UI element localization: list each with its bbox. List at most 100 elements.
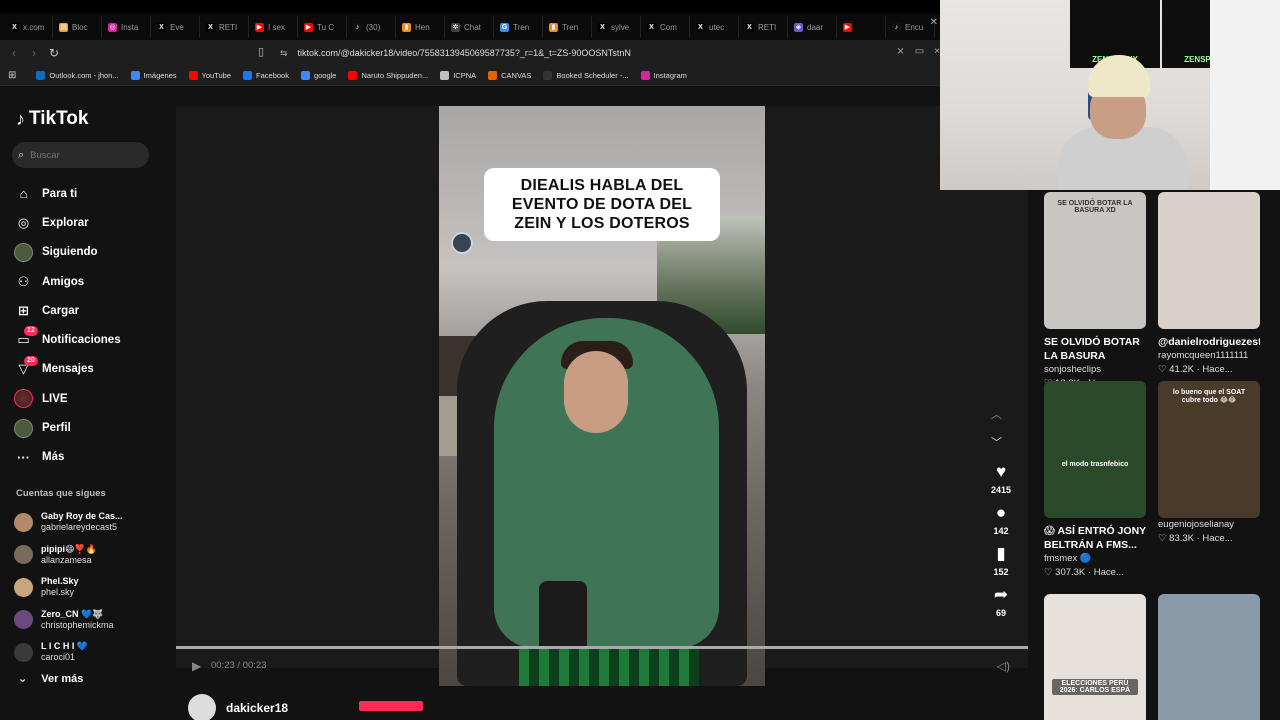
next-video-icon[interactable]: ﹀ <box>991 434 1002 450</box>
video-card-title[interactable]: SE OLVIDÓ BOTAR LA BASURA XDDD... <box>1044 335 1146 363</box>
sidebar-item-m-s[interactable]: ··· Más <box>14 443 164 472</box>
sidebar-item-perfil[interactable]: Perfil <box>14 413 164 442</box>
video-card-title[interactable]: @danielrodriguezestilistas_ <box>1158 335 1260 349</box>
browser-tab[interactable]: ♪ (30) <box>347 16 396 38</box>
bookmark-item[interactable]: Imágenes <box>130 71 177 80</box>
browser-tab[interactable]: X Eve <box>151 16 200 38</box>
video-thumbnail[interactable] <box>1158 594 1260 720</box>
bookmark-icon[interactable]: ▮ <box>996 544 1005 564</box>
browser-tab[interactable]: ◈ daar <box>788 16 837 38</box>
browser-tab[interactable]: ▶ Tu C <box>298 16 347 38</box>
browser-tab[interactable]: X RETI <box>200 16 249 38</box>
following-account[interactable]: Gaby Roy de Cas... gabrielareydecast5 <box>14 506 164 539</box>
bookmark-favicon-icon <box>488 71 498 80</box>
address-bar[interactable]: ⇆ tiktok.com/@dakicker18/video/755831394… <box>280 43 880 63</box>
browser-tab[interactable]: ♪ Encu <box>886 16 935 38</box>
video-card-username[interactable]: eugeniojoselianay <box>1158 519 1260 531</box>
video-progress-bar[interactable] <box>176 646 1028 649</box>
browser-tab[interactable]: ▮ Hen <box>396 16 445 38</box>
share-icon[interactable]: ➦ <box>994 585 1008 605</box>
bookmark-item[interactable]: ICPNA <box>440 71 476 80</box>
following-account[interactable]: Zero_CN 💙🐺 christophemickma <box>14 604 164 637</box>
video-card[interactable]: lo bueno que el SOAT cubre todo 😂😂 eugeni… <box>1158 381 1260 545</box>
author-name[interactable]: dakicker18 <box>226 701 288 715</box>
sidebar-item-cargar[interactable]: ⊞ Cargar <box>14 296 164 325</box>
volume-icon[interactable]: ◁) <box>997 659 1010 673</box>
following-account[interactable]: Phel.Sky phel.sky <box>14 571 164 604</box>
video-card-username[interactable]: fmsmex 🔵 <box>1044 553 1146 565</box>
forward-icon[interactable]: › <box>24 46 44 60</box>
sidebar-item-explorar[interactable]: ◎ Explorar <box>14 208 164 237</box>
browser-tab[interactable]: Xsylve <box>592 16 641 38</box>
author-row[interactable]: dakicker18 <box>188 694 288 720</box>
video-card[interactable] <box>1158 594 1260 720</box>
cast-icon[interactable]: ▭ <box>915 46 924 57</box>
sidebar-item-amigos[interactable]: ⚇ Amigos <box>14 267 164 296</box>
video-thumbnail[interactable]: ELECCIONES PERÚ 2026: CARLOS ESPÁ <box>1044 594 1146 720</box>
extension-icon[interactable]: ⨯ <box>896 46 904 57</box>
sidebar-item-siguiendo[interactable]: Siguiendo <box>14 238 164 267</box>
follow-button[interactable] <box>359 701 423 711</box>
browser-tab[interactable]: X Com <box>641 16 690 38</box>
bookmark-item[interactable]: Outlook.com - jhon... <box>36 71 119 80</box>
following-account[interactable]: L I C H I 💙 caroci01 <box>14 636 164 669</box>
tab-favicon-icon: ▶ <box>255 22 264 32</box>
see-more-button[interactable]: ⌄ Ver más <box>18 672 83 686</box>
video-player[interactable]: DIEALIS HABLA DEL EVENTO DE DOTA DEL ZEI… <box>439 106 765 686</box>
video-card-username[interactable]: sonjosheclips <box>1044 364 1146 376</box>
sidebar-item-notificaciones[interactable]: ▭ Notificaciones 12 <box>14 325 164 354</box>
share-action[interactable]: ➦ 69 <box>994 585 1008 618</box>
comment-action[interactable]: ● 142 <box>993 503 1008 536</box>
bookmark-item[interactable]: CANVAS <box>488 71 531 80</box>
video-card[interactable]: @danielrodriguezestilistas_rayomcqueen11… <box>1158 192 1260 376</box>
back-icon[interactable]: ‹ <box>4 46 24 60</box>
like-action[interactable]: ♥ 2415 <box>991 462 1011 495</box>
bookmark-item[interactable]: YouTube <box>188 71 231 80</box>
account-avatar <box>14 642 33 662</box>
browser-tab[interactable]: ✲ Chat <box>445 16 494 38</box>
browser-tab[interactable]: ▶ <box>837 16 886 38</box>
search-box[interactable]: ⌕ <box>12 142 149 168</box>
reload-icon[interactable]: ↻ <box>44 46 64 60</box>
video-card[interactable]: el modo trasnfebico 😱 ASÍ ENTRÓ JONY BELT… <box>1044 381 1146 579</box>
browser-tab[interactable]: ◎ Insta <box>102 16 151 38</box>
url-text[interactable]: tiktok.com/@dakicker18/video/75583139450… <box>298 48 631 58</box>
bookmark-item[interactable]: Naruto Shippuden... <box>348 71 428 80</box>
browser-tab[interactable]: ▤ Bloc <box>53 16 102 38</box>
sidebar-item-live[interactable]: LIVE <box>14 384 164 413</box>
video-card[interactable]: SE OLVIDÓ BOTAR LA BASURA XD SE OLVIDÓ BO… <box>1044 192 1146 390</box>
site-info-icon[interactable]: ⇆ <box>280 48 288 59</box>
previous-video-icon[interactable]: ︿ <box>991 406 1002 422</box>
sidebar-item-para-ti[interactable]: ⌂ Para ti <box>14 179 164 208</box>
following-account[interactable]: pipipi😄❣️🔥 allanzamesa <box>14 539 164 572</box>
browser-tab[interactable]: Xx.com <box>4 16 53 38</box>
bookmark-item[interactable]: google <box>300 71 336 80</box>
play-icon[interactable]: ▶ <box>192 659 201 673</box>
sidebar-item-mensajes[interactable]: ▽ Mensajes 20 <box>14 355 164 384</box>
author-avatar[interactable] <box>188 694 216 720</box>
bookmark-item[interactable]: Instagram <box>640 71 687 80</box>
browser-tab[interactable]: G Tren <box>494 16 543 38</box>
browser-tab[interactable]: ▮ Tren <box>543 16 592 38</box>
bookmark-star-icon[interactable]: ▯ <box>258 45 264 58</box>
browser-tab[interactable]: Xutec <box>690 16 739 38</box>
tiktok-logo[interactable]: ♪ TikTok <box>16 108 88 130</box>
bookmark-action[interactable]: ▮ 152 <box>993 544 1008 577</box>
video-thumbnail[interactable]: lo bueno que el SOAT cubre todo 😂😂 <box>1158 381 1260 518</box>
like-icon[interactable]: ♥ <box>996 462 1006 482</box>
bookmark-item[interactable]: Booked Scheduler -... <box>543 71 629 80</box>
browser-tab[interactable]: ▶ I sex <box>249 16 298 38</box>
tab-title: RETI <box>219 22 238 32</box>
video-card-username[interactable]: rayomcqueen1111111 <box>1158 350 1260 362</box>
close-tab-icon[interactable]: ✕ <box>930 17 938 28</box>
browser-tab[interactable]: X RETI <box>739 16 788 38</box>
apps-grid-icon[interactable]: ⊞ <box>8 70 16 81</box>
video-thumbnail[interactable]: SE OLVIDÓ BOTAR LA BASURA XD <box>1044 192 1146 329</box>
comment-icon[interactable]: ● <box>996 503 1006 523</box>
video-card[interactable]: ELECCIONES PERÚ 2026: CARLOS ESPÁ <box>1044 594 1146 720</box>
bookmark-item[interactable]: Facebook <box>243 71 289 80</box>
video-card-title[interactable]: 😱 ASÍ ENTRÓ JONY BELTRÁN A FMS... <box>1044 524 1146 552</box>
video-thumbnail[interactable] <box>1158 192 1260 329</box>
search-input[interactable] <box>30 149 131 161</box>
video-thumbnail[interactable]: el modo trasnfebico <box>1044 381 1146 518</box>
